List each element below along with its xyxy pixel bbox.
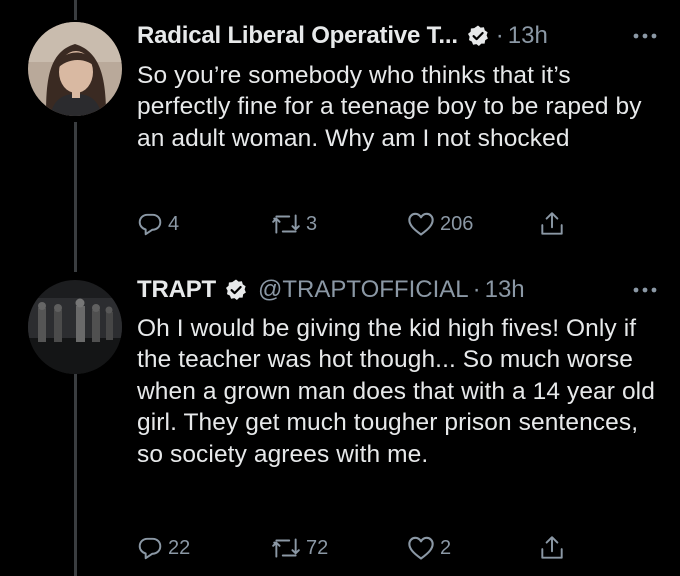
reply-button[interactable]: 4 bbox=[137, 206, 179, 242]
reply-button[interactable]: 22 bbox=[137, 530, 190, 566]
share-button[interactable] bbox=[539, 206, 565, 242]
retweet-count: 72 bbox=[306, 536, 329, 559]
separator-dot: · bbox=[495, 22, 504, 49]
user-avatar[interactable] bbox=[28, 280, 122, 374]
like-icon bbox=[408, 212, 434, 236]
like-button[interactable]: 206 bbox=[407, 206, 473, 242]
share-icon bbox=[541, 536, 563, 559]
retweet-count: 3 bbox=[306, 212, 318, 235]
retweet-icon bbox=[272, 214, 300, 234]
verified-badge-icon bbox=[224, 278, 248, 302]
separator-dot: · bbox=[472, 276, 481, 303]
timestamp[interactable]: 13h bbox=[485, 273, 525, 307]
tweet-header: Radical Liberal Operative T... · 13h bbox=[137, 19, 660, 53]
like-count: 2 bbox=[440, 536, 452, 559]
retweet-icon bbox=[272, 538, 300, 558]
reply-count: 22 bbox=[168, 536, 191, 559]
user-avatar[interactable] bbox=[28, 22, 122, 116]
user-handle[interactable]: @TRAPTOFFICIAL bbox=[258, 273, 469, 307]
retweet-button[interactable]: 72 bbox=[271, 530, 328, 566]
verified-badge-icon bbox=[466, 24, 490, 48]
avatar-image bbox=[28, 22, 122, 116]
tweet-1[interactable]: Radical Liberal Operative T... · 13h So … bbox=[0, 0, 680, 260]
tweet-actions: 4 3 206 bbox=[137, 206, 597, 242]
more-options-icon[interactable] bbox=[630, 273, 660, 307]
tweet-text: Oh I would be giving the kid high fives!… bbox=[137, 315, 655, 468]
reply-count: 4 bbox=[168, 212, 180, 235]
like-icon bbox=[408, 536, 434, 560]
like-count: 206 bbox=[440, 212, 474, 235]
timestamp[interactable]: 13h bbox=[508, 19, 548, 53]
reply-icon bbox=[138, 213, 162, 236]
retweet-button[interactable]: 3 bbox=[271, 206, 317, 242]
tweet-header: TRAPT @TRAPTOFFICIAL · 13h bbox=[137, 273, 660, 307]
more-options-icon[interactable] bbox=[630, 19, 660, 53]
reply-icon bbox=[138, 537, 162, 560]
tweet-actions: 22 72 2 bbox=[137, 530, 597, 566]
tweet-text: So you’re somebody who thinks that it’s … bbox=[137, 62, 642, 152]
avatar-image bbox=[28, 280, 122, 374]
share-icon bbox=[541, 212, 563, 235]
share-button[interactable] bbox=[539, 530, 565, 566]
display-name[interactable]: Radical Liberal Operative T... bbox=[137, 19, 458, 53]
display-name[interactable]: TRAPT bbox=[137, 273, 216, 307]
like-button[interactable]: 2 bbox=[407, 530, 451, 566]
tweet-2[interactable]: TRAPT @TRAPTOFFICIAL · 13h Oh I would be… bbox=[0, 260, 680, 576]
